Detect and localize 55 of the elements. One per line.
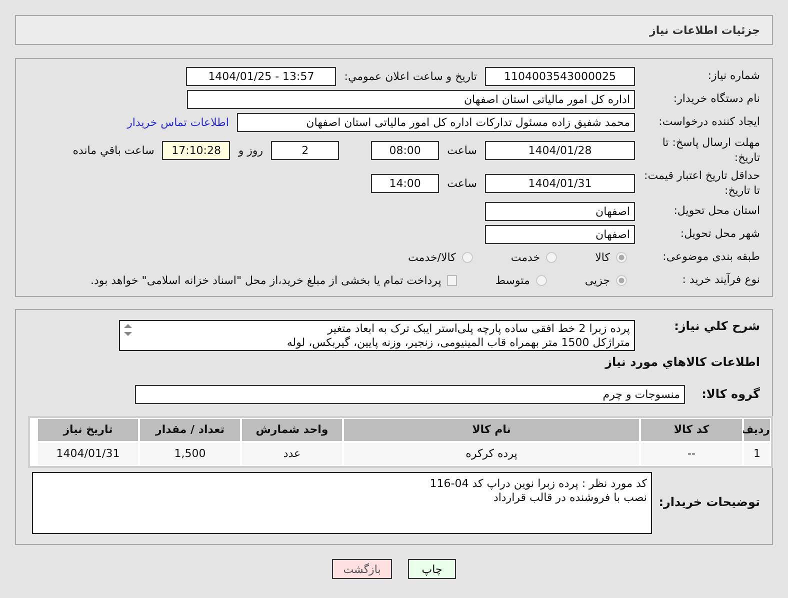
field-label: گروه کالا: <box>700 386 761 403</box>
column-header: نام کالا <box>343 418 640 442</box>
scroll-arrows-icon[interactable] <box>123 323 133 337</box>
table-cell: پرده کرکره <box>343 442 640 466</box>
table-cell: 1 <box>743 442 771 466</box>
field-label: نام دستگاه خریدار: <box>672 92 761 107</box>
page-title: جزئیات اطلاعات نیاز <box>650 24 760 36</box>
field-label: تاریخ و ساعت اعلان عمومي: <box>344 70 477 83</box>
payment-checkbox-option[interactable]: پرداخت تمام یا بخشی از مبلغ خرید،از محل "اسناد خزانه اسلامی" خواهد بود. <box>90 274 458 287</box>
buyer-notes-textarea[interactable]: کد مورد نظر : پرده زبرا نوین دراپ کد 04-116 نصب با فروشنده در قالب قرارداد <box>32 472 652 534</box>
table-cell: 1404/01/31 <box>37 442 139 466</box>
field-label: استان محل تحویل: <box>672 204 761 219</box>
field-label: نوع فرآیند خرید : <box>681 273 761 288</box>
column-header: کد کالا <box>640 418 743 442</box>
category-radio-option[interactable]: کالا <box>595 251 627 264</box>
remaining-time-field[interactable]: 17:10:28 <box>162 141 230 160</box>
table-cell: 1,500 <box>139 442 241 466</box>
description-textarea[interactable]: پرده زبرا 2 خط افقی ساده پارچه پلی‌استر ایبک ترک به ابعاد متغیر متراژکل 1500 متر بهمراه قاب المینیومی، زنجیر، وزنه پایین، گیربکس، لوله <box>119 320 635 351</box>
validity-date-field[interactable]: 1404/01/31 <box>485 174 635 193</box>
days-field[interactable]: 2 <box>271 141 340 160</box>
category-radio-option[interactable]: خدمت <box>510 251 558 264</box>
buyer-field[interactable]: اداره کل امور مالیاتی استان اصفهان <box>187 90 635 109</box>
validity-time-field[interactable]: 14:00 <box>371 174 440 193</box>
city-field[interactable]: اصفهان <box>485 225 635 244</box>
back-button[interactable]: بازگشت <box>332 559 392 579</box>
purchase-type-radio-option[interactable]: متوسط <box>495 274 547 287</box>
column-header: تعداد / مقدار <box>139 418 241 442</box>
field-label: توضیحات خریدار: <box>658 494 761 510</box>
section-heading: اطلاعات كالاهاي مورد نياز <box>604 355 761 369</box>
province-field[interactable]: اصفهان <box>485 202 635 221</box>
field-label: ایجاد کننده درخواست: <box>658 115 761 130</box>
field-label: ساعت باقي مانده <box>72 144 154 157</box>
field-label: مهلت ارسال پاسخ: تا تاریخ: <box>661 136 761 166</box>
field-label: شماره نیاز: <box>706 69 761 84</box>
field-label: ساعت <box>447 177 477 190</box>
field-label: شهر محل تحویل: <box>679 227 761 242</box>
field-label: روز و <box>238 144 264 157</box>
field-label: طبقه بندی موضوعی: <box>662 250 761 265</box>
column-header: تاریخ نیاز <box>37 418 139 442</box>
goods-group-field[interactable]: منسوجات و چرم <box>135 385 685 404</box>
creator-field[interactable]: محمد شفیق زاده مسئول تدارکات اداره کل امور مالیاتی استان اصفهان <box>237 113 635 132</box>
deadline-time-field[interactable]: 08:00 <box>371 141 440 160</box>
category-radio-option[interactable]: کالا/خدمت <box>408 251 473 264</box>
table-cell: عدد <box>241 442 343 466</box>
announce-date-field[interactable]: 1404/01/25 - 13:57 <box>186 67 336 86</box>
need-number-field[interactable]: 1104003543000025 <box>485 67 635 86</box>
field-label: حداقل تاریخ اعتبار قیمت: تا تاریخ: <box>643 168 761 198</box>
field-label: ساعت <box>447 144 477 157</box>
buyer-contact-link[interactable]: اطلاعات تماس خریدار <box>127 116 229 129</box>
deadline-date-field[interactable]: 1404/01/28 <box>485 141 635 160</box>
column-header: واحد شمارش <box>241 418 343 442</box>
table-cell: -- <box>640 442 743 466</box>
print-button[interactable]: چاپ <box>408 559 456 579</box>
field-label: شرح کلي نياز: <box>673 318 761 334</box>
purchase-type-radio-option[interactable]: جزیی <box>584 274 627 287</box>
